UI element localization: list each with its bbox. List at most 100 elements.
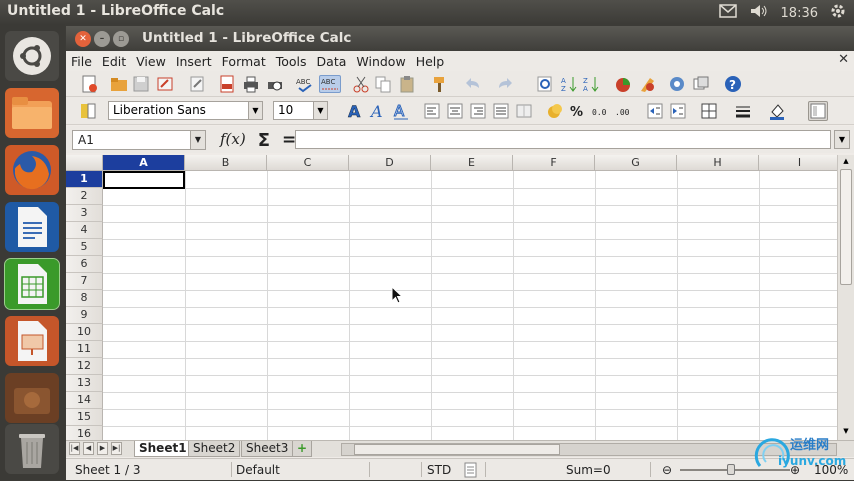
scroll-up-icon[interactable]: ▲ [840,155,852,167]
background-color-icon[interactable] [768,102,786,120]
export-pdf-icon[interactable] [218,75,236,93]
row-header-9[interactable]: 9 [66,307,103,324]
italic-icon[interactable]: A [369,102,387,121]
align-right-icon[interactable] [469,102,487,120]
column-header-f[interactable]: F [513,155,595,171]
justify-icon[interactable] [492,102,510,120]
select-all-corner[interactable] [66,155,103,171]
active-cell-a1[interactable] [103,171,185,189]
column-header-a[interactable]: A [103,155,185,171]
zoom-slider-thumb[interactable] [727,464,735,475]
font-name-box[interactable]: Liberation Sans ▼ [108,101,263,120]
currency-format-icon[interactable] [546,102,564,120]
menu-window[interactable]: Window [351,54,410,69]
increase-indent-icon[interactable] [669,102,687,120]
find-replace-icon[interactable] [536,75,554,93]
row-header-4[interactable]: 4 [66,222,103,239]
font-name-dropdown-icon[interactable]: ▼ [248,102,262,119]
menu-help[interactable]: Help [411,54,450,69]
row-header-12[interactable]: 12 [66,358,103,375]
sum-indicator[interactable]: Sum=0 [566,463,611,477]
close-window-button[interactable]: ✕ [75,31,91,47]
menu-file[interactable]: File [66,54,97,69]
row-header-8[interactable]: 8 [66,290,103,307]
row-header-13[interactable]: 13 [66,375,103,392]
horizontal-scroll-thumb[interactable] [354,444,560,455]
draw-functions-icon[interactable] [638,75,656,93]
edit-file-icon[interactable] [188,75,206,93]
row-header-1[interactable]: 1 [66,171,103,188]
row-header-15[interactable]: 15 [66,409,103,426]
borders-icon[interactable] [700,102,718,120]
gear-icon[interactable] [830,3,846,23]
print-preview-icon[interactable] [266,75,284,93]
spellcheck-icon[interactable]: ABC [296,75,314,93]
show-draw-functions-icon[interactable] [808,101,828,121]
row-header-5[interactable]: 5 [66,239,103,256]
gallery-icon[interactable] [692,75,710,93]
name-box-dropdown-icon[interactable]: ▼ [190,131,205,149]
row-header-14[interactable]: 14 [66,392,103,409]
software-center-launcher-button[interactable] [5,373,59,423]
formula-input[interactable] [295,130,831,149]
row-header-10[interactable]: 10 [66,324,103,341]
redo-icon[interactable] [496,75,514,93]
sheet-tab-2[interactable]: Sheet2 [188,441,241,457]
selection-mode[interactable]: STD [427,463,451,477]
page-style[interactable]: Default [236,463,280,477]
volume-icon[interactable] [749,3,769,23]
row-header-7[interactable]: 7 [66,273,103,290]
menu-insert[interactable]: Insert [171,54,217,69]
autospellcheck-icon[interactable]: ABC [319,75,341,93]
align-center-icon[interactable] [446,102,464,120]
mail-icon[interactable] [718,4,737,22]
styles-formatting-icon[interactable] [79,102,97,120]
percent-format-icon[interactable]: % [569,102,587,120]
add-sheet-button[interactable]: + [292,441,313,457]
sheet-position[interactable]: Sheet 1 / 3 [75,463,140,477]
function-wizard-icon[interactable]: f(x) [220,130,246,151]
column-header-i[interactable]: I [759,155,837,171]
border-style-icon[interactable] [734,102,752,120]
vertical-scroll-thumb[interactable] [840,169,852,285]
cut-icon[interactable] [352,75,370,93]
menu-data[interactable]: Data [312,54,352,69]
column-header-e[interactable]: E [431,155,513,171]
new-document-icon[interactable] [80,75,98,93]
copy-icon[interactable] [374,75,392,93]
spreadsheet-grid[interactable]: A B C D E F G H I 1 2 3 4 5 6 7 8 9 10 1… [66,155,837,440]
row-header-2[interactable]: 2 [66,188,103,205]
last-sheet-icon[interactable]: ▶| [111,442,122,455]
row-header-3[interactable]: 3 [66,205,103,222]
menu-edit[interactable]: Edit [97,54,131,69]
save-icon[interactable] [132,75,150,93]
calc-launcher-button[interactable] [4,258,60,310]
bold-icon[interactable]: A [346,102,364,121]
delete-decimal-icon[interactable]: .00 [615,102,633,120]
vertical-scrollbar[interactable]: ▲ ▼ [837,155,854,440]
sort-descending-icon[interactable]: ZA [582,75,600,93]
help-icon[interactable]: ? [724,75,742,93]
column-header-c[interactable]: C [267,155,349,171]
zoom-out-icon[interactable]: ⊖ [662,463,672,477]
sheet-tab-3[interactable]: Sheet3 [241,441,294,457]
print-icon[interactable] [242,75,260,93]
dash-home-button[interactable] [5,31,59,81]
align-left-icon[interactable] [423,102,441,120]
column-header-b[interactable]: B [185,155,267,171]
navigator-icon[interactable] [668,75,686,93]
maximize-window-button[interactable]: ▫ [113,31,129,47]
first-sheet-icon[interactable]: |◀ [69,442,80,455]
edit-mode-icon[interactable] [156,75,174,93]
font-size-box[interactable]: 10 ▼ [273,101,328,120]
clock[interactable]: 18:36 [781,6,818,21]
firefox-launcher-button[interactable] [5,145,59,195]
decrease-indent-icon[interactable] [646,102,664,120]
row-header-16[interactable]: 16 [66,426,103,440]
open-icon[interactable] [110,75,128,93]
sort-ascending-icon[interactable]: AZ [560,75,578,93]
column-header-g[interactable]: G [595,155,677,171]
merge-cells-icon[interactable] [515,102,533,120]
insert-chart-icon[interactable] [614,75,632,93]
impress-launcher-button[interactable] [5,316,59,366]
